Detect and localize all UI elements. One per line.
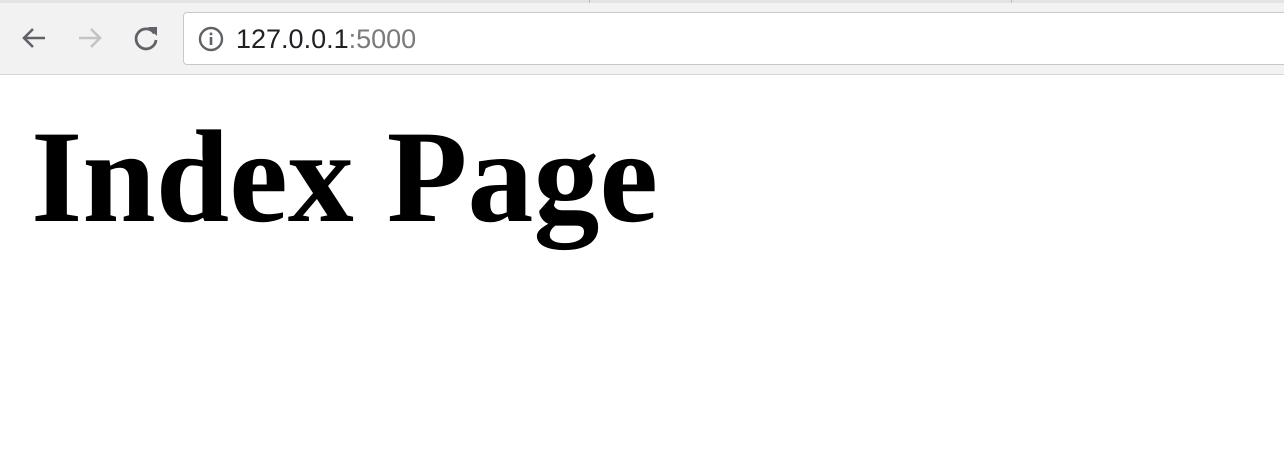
arrow-left-icon [19, 23, 49, 53]
page-title: Index Page [31, 103, 658, 250]
forward-button[interactable] [68, 16, 112, 60]
url-port: :5000 [348, 24, 417, 54]
reload-button[interactable] [124, 16, 168, 60]
arrow-right-icon [75, 23, 105, 53]
url-text: 127.0.0.1:5000 [236, 24, 416, 55]
back-button[interactable] [12, 16, 56, 60]
address-bar[interactable]: 127.0.0.1:5000 [183, 12, 1284, 65]
url-host: 127.0.0.1 [236, 24, 349, 54]
reload-icon [131, 23, 161, 53]
info-icon[interactable] [197, 25, 225, 53]
tab-separator [1011, 0, 1012, 3]
tab-strip-edge [0, 0, 1284, 3]
browser-toolbar: 127.0.0.1:5000 [0, 0, 1284, 75]
page-viewport: Index Page [0, 75, 1284, 456]
tab-separator [589, 0, 590, 3]
